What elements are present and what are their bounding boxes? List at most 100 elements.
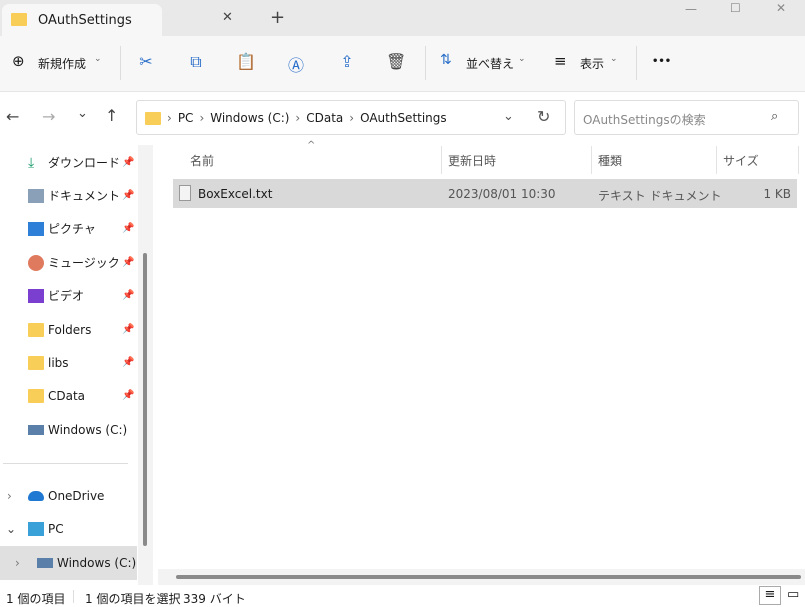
sidebar-scrollbar[interactable] bbox=[138, 145, 153, 585]
onedrive-icon bbox=[28, 490, 44, 501]
view-button[interactable]: ≡ 表示 ⌄ bbox=[554, 52, 624, 74]
horizontal-scrollbar-thumb[interactable] bbox=[176, 575, 801, 579]
column-header-size[interactable]: サイズ bbox=[723, 152, 759, 169]
selected-size: 339 バイト bbox=[183, 592, 246, 606]
new-label: 新規作成 bbox=[38, 57, 87, 71]
forward-button[interactable]: → bbox=[42, 107, 55, 126]
item-count: 1 個の項目 bbox=[6, 592, 66, 606]
column-header-type[interactable]: 種類 bbox=[598, 152, 622, 169]
crumb-pc[interactable]: PC bbox=[178, 111, 194, 125]
folder-icon bbox=[28, 322, 44, 337]
nav-item-pictures[interactable]: ピクチャ 📌 bbox=[0, 212, 137, 245]
chevron-down-icon[interactable]: ⌄ bbox=[6, 522, 16, 536]
nav-item-windows-c[interactable]: Windows (C:) bbox=[0, 413, 137, 446]
file-size: 1 KB bbox=[763, 187, 791, 201]
file-type: テキスト ドキュメント bbox=[598, 189, 722, 203]
search-icon: ⌕ bbox=[771, 109, 779, 124]
nav-label: CData bbox=[48, 388, 86, 403]
chevron-down-icon: ⌄ bbox=[94, 54, 102, 64]
crumb-cdata[interactable]: CData bbox=[306, 111, 343, 125]
nav-item-cdata[interactable]: CData 📌 bbox=[0, 379, 137, 412]
pin-icon: 📌 bbox=[122, 324, 135, 335]
cut-icon[interactable]: ✂ bbox=[136, 52, 156, 71]
music-icon bbox=[28, 254, 44, 271]
minimize-button[interactable]: — bbox=[685, 2, 697, 16]
tab-title: OAuthSettings bbox=[38, 13, 132, 28]
refresh-icon[interactable]: ↻ bbox=[537, 107, 550, 126]
nav-label: libs bbox=[48, 355, 69, 370]
nav-item-pc-windows-c[interactable]: › Windows (C:) bbox=[0, 546, 137, 580]
nav-label: ビデオ bbox=[48, 289, 85, 303]
pictures-icon bbox=[28, 221, 44, 236]
pin-icon: 📌 bbox=[122, 390, 135, 401]
file-row[interactable]: BoxExcel.txt 2023/08/01 10:30 テキスト ドキュメン… bbox=[173, 179, 797, 208]
nav-item-downloads[interactable]: ⤓ ダウンロード 📌 bbox=[0, 146, 137, 179]
nav-item-music[interactable]: ミュージック 📌 bbox=[0, 246, 137, 279]
horizontal-scrollbar[interactable] bbox=[158, 569, 805, 585]
share-icon[interactable]: ⇪ bbox=[337, 52, 357, 71]
plus-circle-icon: ⊕ bbox=[12, 52, 25, 70]
chevron-right-icon[interactable]: › bbox=[7, 489, 12, 503]
tab-oauthsettings[interactable]: OAuthSettings bbox=[2, 4, 162, 36]
address-bar[interactable]: › PC › Windows (C:) › CData › OAuthSettings … bbox=[136, 100, 566, 135]
nav-item-pc[interactable]: ⌄ PC bbox=[0, 512, 137, 545]
search-box[interactable]: OAuthSettingsの検索 ⌕ bbox=[574, 100, 799, 135]
chevron-down-icon: ⌄ bbox=[518, 54, 526, 64]
pc-icon bbox=[28, 521, 44, 536]
status-divider bbox=[73, 590, 74, 603]
nav-label: ミュージック bbox=[48, 256, 120, 270]
pin-icon: 📌 bbox=[122, 357, 135, 368]
pin-icon: 📌 bbox=[122, 257, 135, 268]
status-bar: 1 個の項目 1 個の項目を選択 339 バイト ≡ ▭ bbox=[0, 585, 805, 606]
folder-icon bbox=[145, 112, 161, 125]
nav-item-videos[interactable]: ビデオ 📌 bbox=[0, 279, 137, 312]
nav-label: ピクチャ bbox=[48, 222, 96, 236]
drive-icon bbox=[37, 558, 53, 568]
chevron-down-icon: ⌄ bbox=[610, 54, 618, 64]
tiles-view-button[interactable]: ▭ bbox=[787, 587, 799, 602]
nav-item-libs[interactable]: libs 📌 bbox=[0, 346, 137, 379]
back-button[interactable]: ← bbox=[6, 107, 19, 126]
new-button[interactable]: ⊕ 新規作成 ⌄ bbox=[10, 52, 110, 74]
nav-item-documents[interactable]: ドキュメント 📌 bbox=[0, 179, 137, 212]
nav-item-folders[interactable]: Folders 📌 bbox=[0, 313, 137, 346]
up-button[interactable]: ↑ bbox=[105, 106, 118, 125]
sort-button[interactable]: ⇅ 並べ替え ⌄ bbox=[440, 52, 530, 74]
nav-item-onedrive[interactable]: › OneDrive bbox=[0, 479, 137, 512]
chevron-right-icon[interactable]: › bbox=[15, 556, 20, 570]
sidebar-scrollbar-thumb[interactable] bbox=[143, 253, 147, 546]
search-input[interactable]: OAuthSettingsの検索 bbox=[583, 111, 706, 128]
maximize-button[interactable]: ☐ bbox=[730, 1, 741, 15]
list-icon: ≡ bbox=[554, 52, 567, 70]
close-tab-button[interactable]: ✕ bbox=[222, 10, 233, 25]
more-options-button[interactable]: ••• bbox=[652, 56, 671, 67]
address-history-chevron-icon[interactable]: ⌄ bbox=[503, 109, 514, 124]
delete-icon[interactable]: 🗑 bbox=[386, 52, 406, 71]
nav-label: Folders bbox=[48, 322, 92, 337]
rename-icon[interactable]: Ⓐ bbox=[286, 52, 306, 76]
recent-locations-button[interactable]: ⌄ bbox=[77, 106, 88, 121]
copy-icon[interactable]: ⧉ bbox=[186, 52, 206, 72]
text-file-icon bbox=[179, 185, 191, 201]
breadcrumb: › PC › Windows (C:) › CData › OAuthSettings bbox=[167, 111, 447, 125]
nav-label: OneDrive bbox=[48, 488, 105, 503]
sort-label: 並べ替え bbox=[466, 57, 515, 71]
folder-icon bbox=[28, 388, 44, 403]
file-modified: 2023/08/01 10:30 bbox=[448, 187, 556, 201]
pin-icon: 📌 bbox=[122, 190, 135, 201]
column-header-modified[interactable]: 更新日時 bbox=[448, 152, 496, 169]
close-window-button[interactable]: ✕ bbox=[776, 1, 786, 15]
details-view-button[interactable]: ≡ bbox=[759, 586, 781, 605]
column-header-name[interactable]: 名前 bbox=[190, 152, 214, 169]
folder-icon bbox=[28, 355, 44, 370]
new-tab-button[interactable]: + bbox=[270, 7, 285, 28]
pin-icon: 📌 bbox=[122, 157, 135, 168]
crumb-windows[interactable]: Windows (C:) bbox=[210, 111, 289, 125]
crumb-oauthsettings[interactable]: OAuthSettings bbox=[360, 111, 447, 125]
nav-label: Windows (C:) bbox=[48, 422, 128, 437]
selected-count: 1 個の項目を選択 bbox=[85, 592, 181, 606]
pin-icon: 📌 bbox=[122, 290, 135, 301]
nav-label: ドキュメント bbox=[48, 189, 121, 203]
paste-icon[interactable]: 📋 bbox=[236, 52, 256, 71]
sort-icon: ⇅ bbox=[440, 52, 452, 68]
